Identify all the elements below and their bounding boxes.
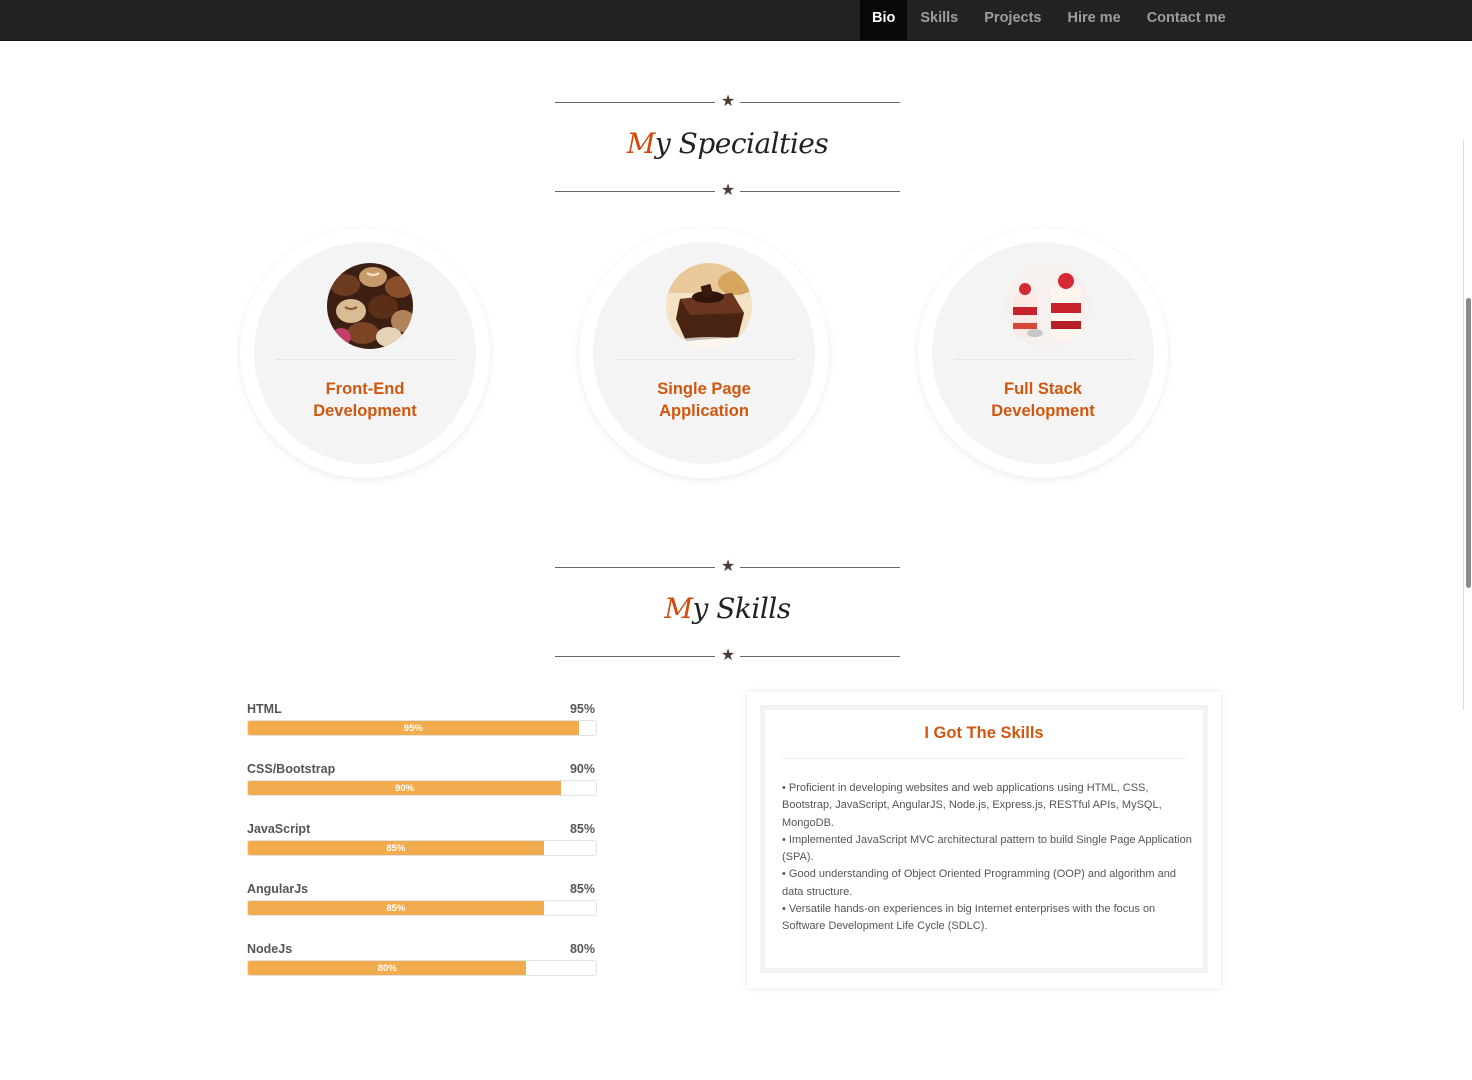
nav-item-hire-me[interactable]: Hire me [1054, 0, 1133, 40]
page-scrollbar[interactable] [1463, 40, 1472, 1080]
skill-progress-bar: 90% [247, 780, 597, 796]
skill-progress-bar: 85% [247, 840, 597, 856]
specialty-rule [615, 359, 795, 360]
title-initial: M [664, 592, 693, 625]
skill-percent: 95% [569, 702, 595, 716]
specialty-inner-circle: Front-End Development [254, 242, 476, 464]
divider-line [555, 656, 715, 657]
progress-fill: 90% [248, 781, 562, 795]
list-item: • Proficient in developing websites and … [782, 782, 1162, 829]
specialty-front-end: Front-End Development [240, 228, 490, 478]
nav-item-bio[interactable]: Bio [860, 0, 908, 40]
title-rest: y Skills [692, 592, 792, 625]
progress-fill: 95% [248, 721, 579, 735]
progress-label: 95% [403, 723, 423, 734]
specialty-title: Full Stack Development [991, 380, 1095, 420]
skill-name: JavaScript [247, 822, 311, 836]
title-rest: y Specialties [654, 127, 829, 160]
chocolates-photo [327, 263, 413, 349]
specialties-top-divider: ★ [555, 93, 900, 110]
specialty-spa: Single Page Application [579, 228, 829, 478]
chocolate-cake-photo [666, 263, 752, 349]
scrollbar-edge [1463, 140, 1464, 710]
skill-percent: 80% [569, 942, 595, 956]
specialty-inner-circle: Full Stack Development [932, 242, 1154, 464]
strawberry-parfait-photo [1005, 263, 1091, 349]
specialty-inner-circle: Single Page Application [593, 242, 815, 464]
skill-progress-bar: 80% [247, 960, 597, 976]
nav-item-projects[interactable]: Projects [971, 0, 1054, 40]
skill-progress-bar: 95% [247, 720, 597, 736]
list-item: • Implemented JavaScript MVC architectur… [782, 833, 1192, 864]
specialty-full-stack: Full Stack Development [918, 228, 1168, 478]
progress-label: 85% [386, 843, 406, 854]
nav-item-skills[interactable]: Skills [907, 0, 971, 40]
progress-label: 80% [377, 963, 397, 974]
progress-fill: 80% [248, 961, 527, 975]
skills-bullet-list: • Proficient in developing websites and … [782, 780, 1192, 936]
divider-line [740, 656, 900, 657]
specialty-rule [954, 359, 1134, 360]
skills-bottom-divider: ★ [555, 647, 900, 664]
divider-line [740, 567, 900, 568]
card-title: I Got The Skills [924, 724, 1044, 742]
divider-line [555, 102, 715, 103]
specialties-bottom-divider: ★ [555, 182, 900, 199]
list-item: • Versatile hands-on experiences in big … [782, 903, 1156, 933]
top-navbar: Bio Skills Projects Hire me Contact me [0, 0, 1472, 41]
progress-fill: 85% [248, 841, 544, 855]
progress-fill: 85% [248, 901, 544, 915]
star-icon: ★ [720, 558, 736, 575]
skill-name: NodeJs [247, 942, 293, 956]
skill-percent: 85% [569, 822, 595, 836]
divider-line [555, 567, 715, 568]
divider-line [555, 191, 715, 192]
specialty-rule [276, 359, 456, 360]
progress-label: 85% [386, 903, 406, 914]
specialties-title: My Specialties [555, 127, 900, 160]
skill-progress-bar: 85% [247, 900, 597, 916]
skill-percent: 90% [569, 762, 595, 776]
skill-name: CSS/Bootstrap [247, 762, 336, 776]
title-initial: M [626, 127, 656, 160]
specialty-title: Front-End Development [313, 380, 417, 420]
star-icon: ★ [720, 182, 736, 199]
star-icon: ★ [720, 93, 736, 110]
nav-menu: Bio Skills Projects Hire me Contact me [860, 0, 1239, 40]
skill-name: HTML [247, 702, 282, 716]
star-icon: ★ [720, 647, 736, 664]
list-item: • Good understanding of Object Oriented … [782, 868, 1176, 898]
nav-item-contact-me[interactable]: Contact me [1134, 0, 1239, 40]
progress-label: 90% [395, 783, 415, 794]
scrollbar-thumb[interactable] [1466, 298, 1471, 588]
specialty-title: Single Page Application [657, 380, 751, 420]
card-rule [782, 758, 1186, 759]
divider-line [740, 102, 900, 103]
skill-percent: 85% [569, 882, 595, 896]
skills-summary-card: I Got The Skills • Proficient in develop… [747, 692, 1221, 988]
skill-name: AngularJs [247, 882, 309, 896]
skills-title: My Skills [555, 592, 900, 625]
skills-top-divider: ★ [555, 558, 900, 575]
divider-line [740, 191, 900, 192]
